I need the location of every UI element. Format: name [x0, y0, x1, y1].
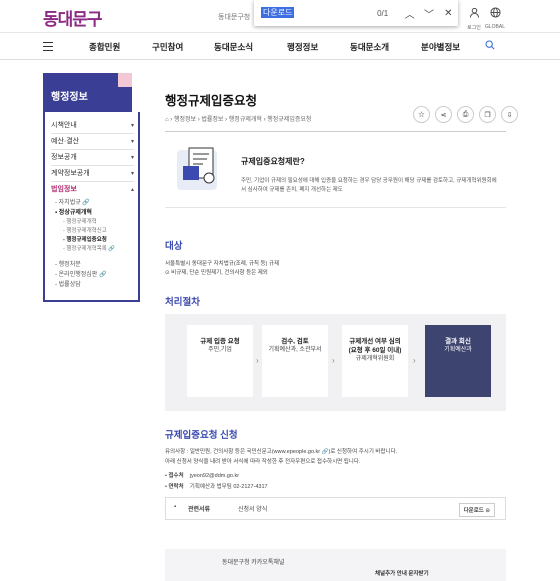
footer-left-text[interactable]: 동대문구청 카카오톡채널	[222, 557, 284, 566]
sidebar-menu-label: 시책안내	[51, 122, 77, 129]
sidebar-sub-item[interactable]: - 행정규제개혁신고	[51, 227, 134, 236]
nav-item[interactable]: 종합민원	[89, 41, 120, 53]
breadcrumb: ⌂ › 행정정보 › 법률정보 › 행정규제개혁 › 행정규제입증요청	[165, 117, 312, 123]
intro-description: 주민, 기업이 규제의 필요성에 대해 입증을 요청하는 경우 담당 공무원이 …	[241, 178, 497, 193]
print-button[interactable]: ⎙	[457, 106, 474, 123]
sidebar-sub-item[interactable]: - 법률상담	[51, 280, 134, 290]
global-label: GLOBAL	[485, 24, 506, 30]
share-button[interactable]: ⋖	[435, 106, 452, 123]
nav-item[interactable]: 동대문소식	[214, 41, 253, 53]
chevron-icon: ▾	[130, 171, 134, 177]
chevron-icon: ▾	[130, 123, 134, 129]
menu-icon[interactable]	[43, 42, 53, 54]
sidebar-sub-item[interactable]: - 행정규제개혁	[51, 218, 134, 227]
sidebar-menu-item[interactable]: 정보공개 ▾	[51, 150, 134, 166]
process-panel: 규제 입증 요청 주민,기업 › 검수, 검토 기획예산과, 소관부서 › 규제개선…	[165, 314, 506, 411]
sidebar-sub-item[interactable]: - 온라인행정심판 🔗	[51, 270, 134, 280]
request-heading: 규제입증요청 신청	[165, 430, 238, 441]
arrow-icon: ›	[256, 356, 259, 365]
file-bullet-icon: ▪	[174, 504, 177, 510]
intro-heading: 규제입증요청제란?	[241, 157, 305, 166]
top-bar: 동대문구 동대문구청 다운로드 0/1 ︿ ﹀ ✕ 로그인 GLOBAL	[0, 0, 560, 33]
nav-item[interactable]: 행정정보	[287, 41, 318, 53]
login-label: 로그인	[467, 25, 481, 31]
target-note: ⊙ 비규제, 단순 민원제기, 건의사항 등은 제외	[165, 270, 268, 276]
sidebar-menu-label: 예산·결산	[51, 138, 80, 145]
process-heading: 처리절차	[165, 297, 200, 308]
document-icon	[177, 147, 217, 190]
login-button[interactable]: 로그인	[464, 5, 484, 31]
intro-box: 규제입증요청제란? 주민, 기업이 규제의 필요성에 대해 입증을 요청하는 경…	[165, 140, 506, 208]
arrow-icon: ›	[332, 356, 335, 365]
copy-button[interactable]: ❐	[479, 106, 496, 123]
process-step: 규제개선 여부 심의 (요청 후 60일 이내) 규제개혁위원회	[342, 325, 408, 397]
footer-right-text[interactable]: 채널추가 안내 문자받기	[375, 569, 429, 577]
process-step: 규제 입증 요청 주민,기업	[187, 325, 253, 397]
chevron-icon: ▾	[130, 139, 134, 145]
search-icon[interactable]	[485, 40, 495, 50]
download-icon: ⇩	[506, 111, 513, 119]
title-divider	[165, 131, 506, 132]
files-row: ▪ 관련서류 신청서 양식 다운로드 ⊙	[165, 497, 506, 520]
user-icon	[469, 7, 479, 18]
nav-item[interactable]: 분야별정보	[421, 41, 460, 53]
request-note: 아래 신청서 양식을 내려 받아 서식에 따라 작성한 후 전자우편으로 접수하…	[165, 459, 361, 465]
sidebar-sub-item[interactable]: - 자치법규 🔗	[51, 198, 134, 208]
site-label: 동대문구청	[218, 14, 251, 21]
footer-banner: 동대문구청 카카오톡채널 채널추가 안내 문자받기	[165, 549, 506, 581]
page-title: 행정규제입증요청	[165, 94, 258, 108]
arrow-icon: ›	[413, 356, 416, 365]
find-count: 0/1	[377, 8, 389, 18]
share-icon: ⋖	[440, 111, 447, 119]
download-button[interactable]: 다운로드 ⊙	[458, 503, 495, 517]
request-note: 유의사항 : 일반민원, 건의사항 등은 국민신문고(www.epeople.g…	[165, 449, 398, 455]
globe-icon	[489, 7, 501, 18]
sidebar-menu: 시책안내 ▾ 예산·결산 ▾ 정보공개 ▾ 계약정보공개 ▾ 법임정보 ▴ - 자치법규 🔗 ▪ 정상…	[43, 112, 140, 302]
star-icon: ☆	[417, 110, 426, 119]
global-button[interactable]: GLOBAL	[485, 5, 505, 30]
sidebar-menu-item[interactable]: 법임정보 ▴	[51, 182, 134, 198]
site-logo[interactable]: 동대문구	[43, 5, 103, 30]
sidebar-sub-item[interactable]: ▪ 정상규제개혁	[51, 208, 134, 218]
sidebar-sub-item[interactable]: - 행정규제개혁목록 🔗	[51, 245, 134, 254]
sidebar-sub-item[interactable]: - 행정규제입증요청	[51, 236, 134, 245]
target-heading: 대상	[165, 241, 183, 252]
email-row: • 접수처 jyeon92@ddm.go.kr	[165, 473, 240, 479]
file-name: 신청서 양식	[238, 507, 268, 513]
page-tools: ☆ ⋖ ⎙ ❐ ⇩	[408, 106, 518, 123]
sidebar-menu-item[interactable]: 시책안내 ▾	[51, 118, 134, 134]
sidebar-menu-label: 계약정보공개	[51, 170, 90, 177]
sidebar-menu-item[interactable]: 예산·결산 ▾	[51, 134, 134, 150]
target-text: 서울특별시 동대문구 자치법규(조례, 규칙 등) 규제	[165, 261, 280, 267]
print-icon: ⎙	[462, 110, 469, 118]
process-step: 검수, 검토 기획예산과, 소관부서	[262, 325, 328, 397]
email-link[interactable]: jyeon92@ddm.go.kr	[190, 473, 239, 479]
sidebar-sub-item[interactable]: - 행정처분	[51, 260, 134, 270]
chevron-icon: ▴	[130, 187, 134, 193]
nav-item[interactable]: 동대문소개	[350, 41, 389, 53]
find-prev-icon[interactable]: ︿	[400, 6, 419, 21]
find-bar: 다운로드 0/1 ︿ ﹀ ✕	[254, 0, 458, 26]
find-close-icon[interactable]: ✕	[439, 8, 458, 19]
main-nav: 종합민원 구민참여 동대문소식 행정정보 동대문소개 분야별정보	[0, 33, 560, 60]
copy-icon: ❐	[484, 111, 491, 119]
files-label: 관련서류	[188, 507, 211, 513]
find-input[interactable]: 다운로드	[261, 5, 365, 21]
sidebar-menu-label: 정보공개	[51, 154, 77, 161]
sidebar-title: 행정정보	[43, 73, 132, 112]
favorite-button[interactable]: ☆	[413, 106, 430, 123]
nav-item[interactable]: 구민참여	[152, 41, 183, 53]
find-next-icon[interactable]: ﹀	[419, 6, 438, 21]
process-step: 결과 회신 기획예산과	[425, 325, 491, 397]
save-button[interactable]: ⇩	[501, 106, 518, 123]
sidebar-menu-label: 법임정보	[51, 186, 77, 193]
chevron-icon: ▾	[130, 155, 134, 161]
contact-row: • 연락처 기획예산과 법무팀 02-2127-4317	[165, 484, 268, 490]
sidebar-menu-item[interactable]: 계약정보공개 ▾	[51, 166, 134, 182]
